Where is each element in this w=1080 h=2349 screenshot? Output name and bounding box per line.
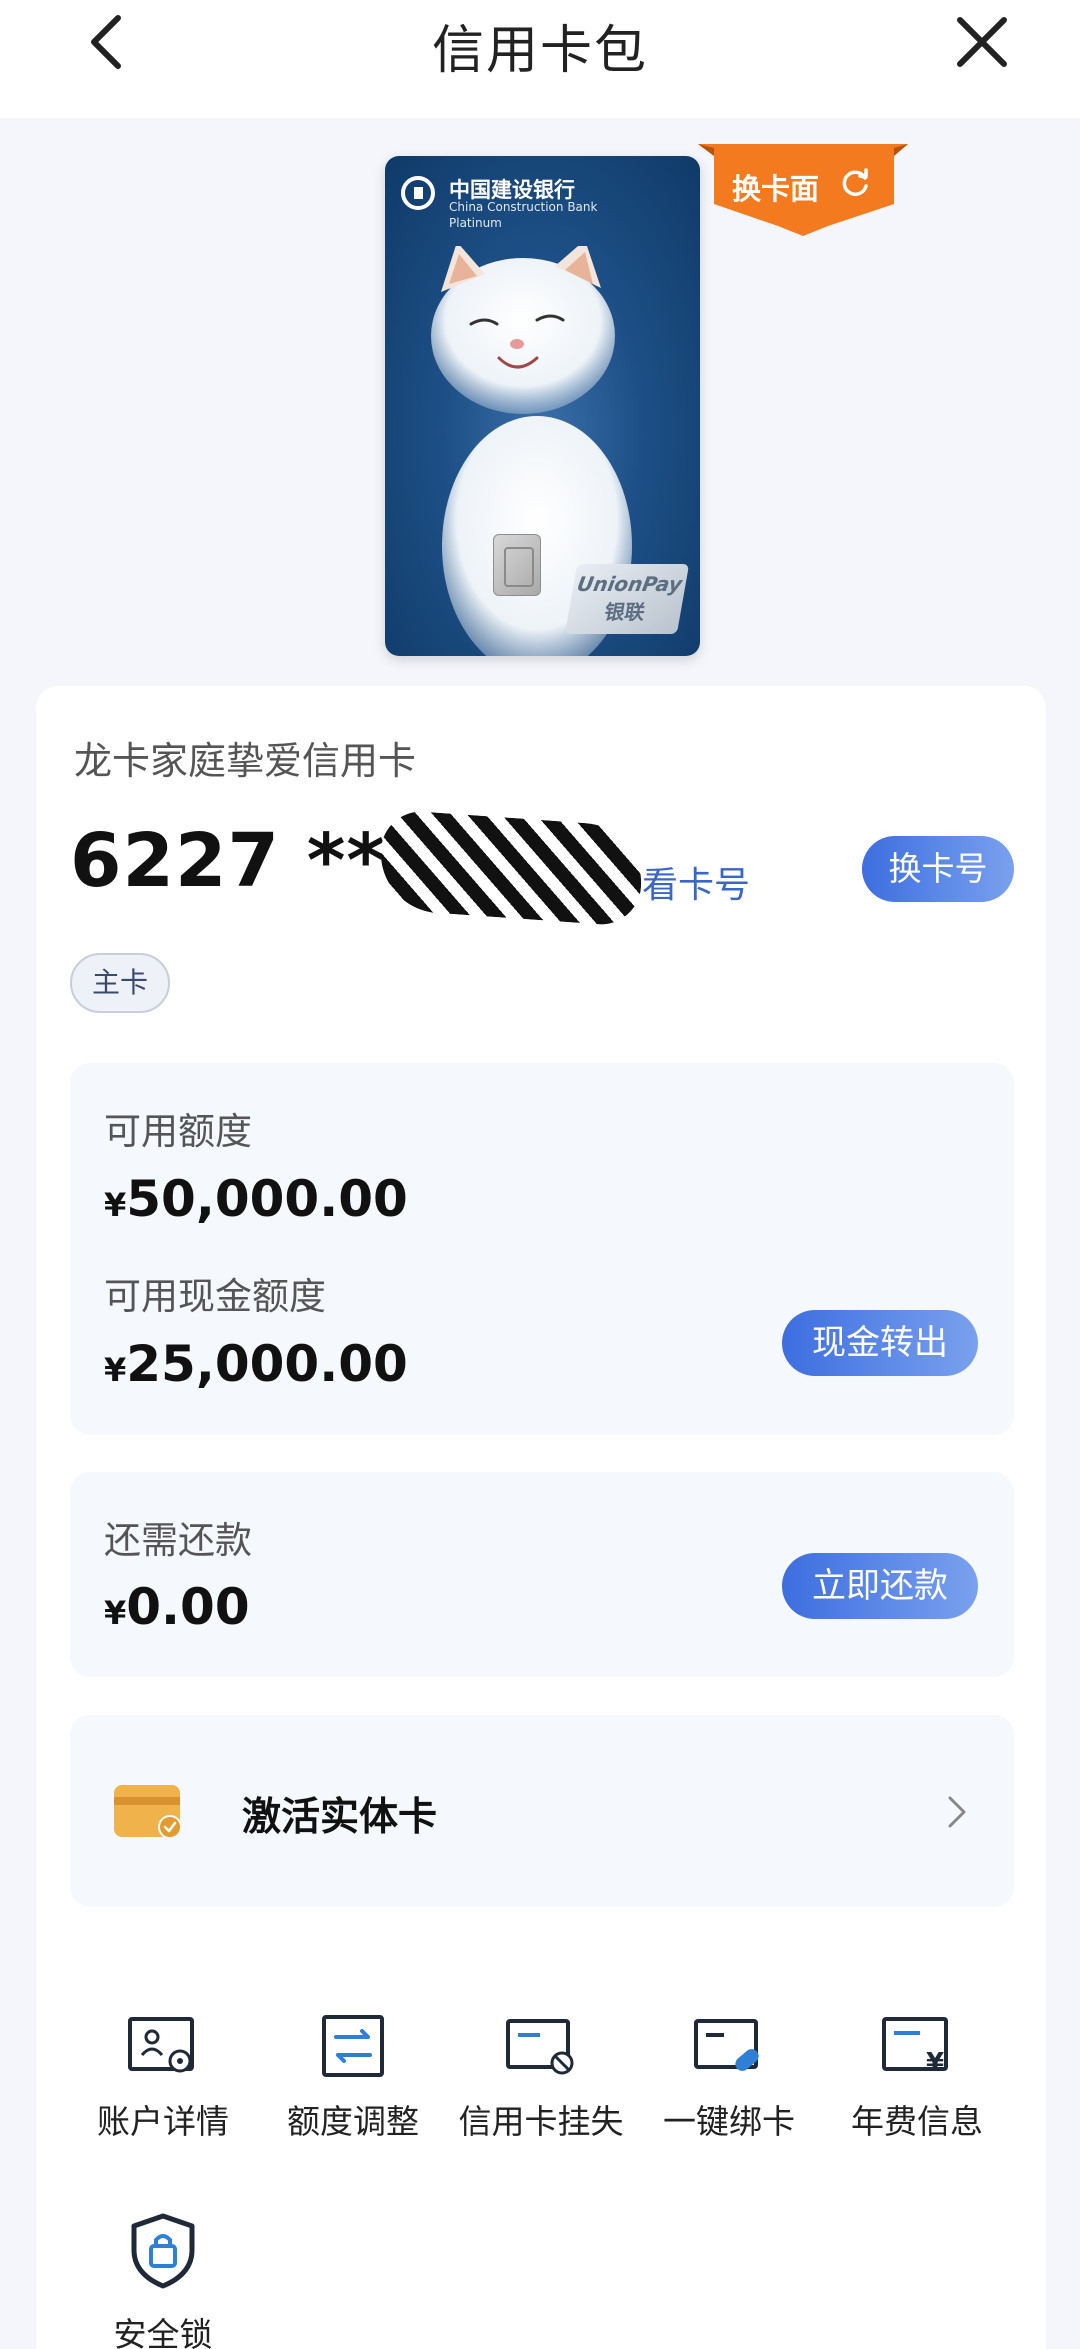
quick-action-label: 年费信息 <box>851 2102 983 2141</box>
view-card-number-link[interactable]: 看卡号 <box>642 856 750 908</box>
available-limit-amount: ¥50,000.00 <box>104 1170 408 1228</box>
close-icon[interactable] <box>952 12 1012 72</box>
available-limit-label: 可用额度 <box>104 1110 252 1153</box>
page-title: 信用卡包 <box>431 21 648 81</box>
card-chip <box>493 534 541 596</box>
unionpay-cn: 银联 <box>602 600 647 624</box>
repay-amount-value: 0.00 <box>126 1578 250 1636</box>
chevron-right-icon <box>948 1796 966 1828</box>
security-lock-icon <box>131 2213 195 2289</box>
quick-action-annual-fee[interactable]: ¥ 年费信息 <box>832 2015 1002 2143</box>
quick-action-account-details[interactable]: 账户详情 <box>78 2015 248 2143</box>
currency-symbol: ¥ <box>104 1351 127 1389</box>
credit-card-image[interactable]: 中国建设银行 China Construction Bank Platinum … <box>385 156 700 656</box>
unionpay-en: UnionPay <box>575 572 685 596</box>
cash-limit-value: 25,000.00 <box>126 1335 408 1393</box>
repay-amount: ¥0.00 <box>104 1578 250 1636</box>
change-card-face-button[interactable]: 换卡面 <box>698 144 908 236</box>
quick-action-label: 一键绑卡 <box>663 2102 795 2141</box>
svg-text:¥: ¥ <box>926 2048 944 2077</box>
quick-action-limit-adjust[interactable]: 额度调整 <box>268 2015 438 2143</box>
change-card-number-button[interactable]: 换卡号 <box>862 836 1014 902</box>
card-tier: Platinum <box>449 216 502 230</box>
repay-now-button[interactable]: 立即还款 <box>782 1553 978 1619</box>
annual-fee-icon: ¥ <box>882 2017 948 2077</box>
main-card-badge: 主卡 <box>70 953 170 1013</box>
top-bar: 信用卡包 <box>0 0 1080 118</box>
bind-card-icon <box>694 2019 759 2071</box>
currency-symbol: ¥ <box>104 1186 127 1224</box>
quick-action-label: 安全锁 <box>113 2315 213 2349</box>
quick-action-label: 账户详情 <box>97 2102 229 2141</box>
limit-adjust-icon <box>322 2015 384 2077</box>
cash-limit-label: 可用现金额度 <box>104 1275 326 1318</box>
currency-symbol: ¥ <box>104 1594 127 1632</box>
ccb-logo-icon <box>401 176 435 210</box>
report-loss-icon <box>506 2019 574 2075</box>
quick-action-bind-card[interactable]: 一键绑卡 <box>644 2015 814 2143</box>
change-card-face-label: 换卡面 <box>732 172 820 206</box>
repay-label: 还需还款 <box>104 1519 252 1562</box>
quick-action-label: 信用卡挂失 <box>458 2102 624 2141</box>
activate-card-label: 激活实体卡 <box>242 1795 438 1840</box>
cash-out-button[interactable]: 现金转出 <box>782 1310 978 1376</box>
cash-limit-amount: ¥25,000.00 <box>104 1335 408 1393</box>
card-bank-name-en: China Construction Bank <box>449 200 598 214</box>
quick-action-report-loss[interactable]: 信用卡挂失 <box>456 2015 626 2143</box>
available-limit-value: 50,000.00 <box>126 1170 408 1228</box>
card-activate-icon <box>114 1785 182 1839</box>
card-number: 6227 ** <box>70 818 387 904</box>
activate-card-row[interactable] <box>70 1715 1014 1907</box>
quick-action-label: 额度调整 <box>287 2102 419 2141</box>
refresh-icon <box>842 168 868 196</box>
unionpay-logo: UnionPay 银联 <box>564 564 690 634</box>
card-product-name: 龙卡家庭挚爱信用卡 <box>74 739 417 783</box>
quick-action-security-lock[interactable]: 安全锁 <box>78 2212 248 2349</box>
account-details-icon <box>128 2017 194 2073</box>
